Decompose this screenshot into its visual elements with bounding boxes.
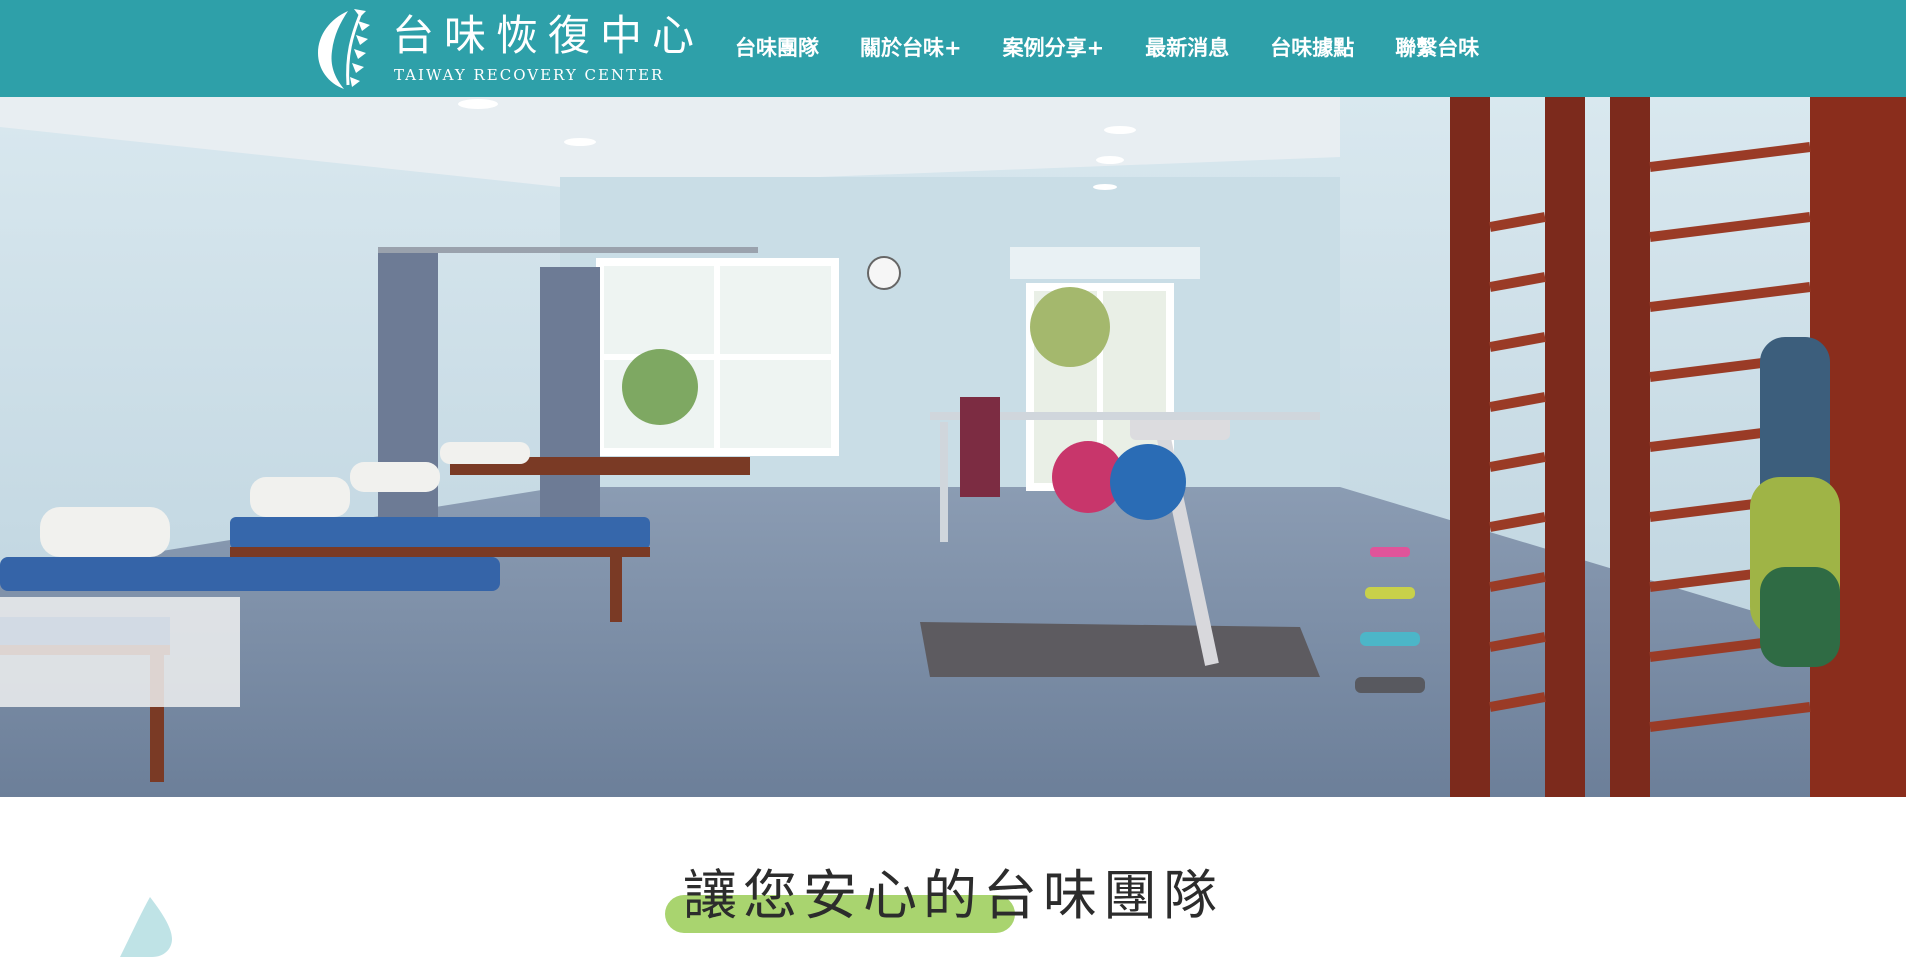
team-section: 讓您安心的台味團隊 (0, 797, 1906, 957)
site-header: 台味恢復中心 TAIWAY RECOVERY CENTER 台味團隊 關於台味+… (0, 0, 1906, 97)
nav-item-team[interactable]: 台味團隊 (735, 28, 819, 68)
section-title: 讓您安心的台味團隊 (683, 864, 1223, 927)
nav-item-about[interactable]: 關於台味+ (860, 28, 962, 68)
nav-item-cases[interactable]: 案例分享+ (1003, 28, 1105, 68)
hero-image-rehab-room (0, 97, 1906, 797)
logo-english-name: TAIWAY RECOVERY CENTER (394, 66, 665, 84)
nav-item-contact[interactable]: 聯繫台味 (1395, 28, 1479, 68)
nav-item-locations[interactable]: 台味據點 (1270, 28, 1354, 68)
logo-chinese-name: 台味恢復中心 (392, 11, 705, 60)
nav-item-news[interactable]: 最新消息 (1145, 28, 1229, 68)
spine-logo-icon (318, 9, 370, 89)
site-logo[interactable]: 台味恢復中心 TAIWAY RECOVERY CENTER (310, 5, 694, 91)
hero-slider[interactable] (0, 97, 1906, 797)
main-nav: 台味團隊 關於台味+ 案例分享+ 最新消息 台味據點 聯繫台味 (735, 28, 1520, 68)
